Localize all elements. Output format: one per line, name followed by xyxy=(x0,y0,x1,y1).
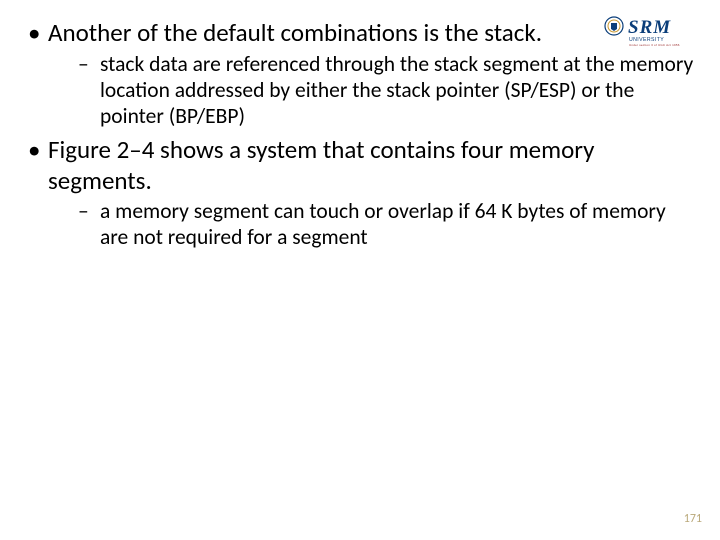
sub-bullet-text: stack data are referenced through the st… xyxy=(100,51,693,129)
list-item: Another of the default combinations is t… xyxy=(20,18,695,129)
bullet-list: Another of the default combinations is t… xyxy=(20,18,695,251)
list-item: stack data are referenced through the st… xyxy=(48,51,695,130)
slide: SRM UNIVERSITY Under section 3 of UGC Ac… xyxy=(0,0,720,540)
slide-content: Another of the default combinations is t… xyxy=(20,18,695,257)
list-item: a memory segment can touch or overlap if… xyxy=(48,198,695,250)
bullet-text: Figure 2–4 shows a system that contains … xyxy=(48,134,594,196)
page-number: 171 xyxy=(684,512,702,526)
sub-bullet-text: a memory segment can touch or overlap if… xyxy=(100,198,666,250)
sub-bullet-list: stack data are referenced through the st… xyxy=(48,51,695,130)
list-item: Figure 2–4 shows a system that contains … xyxy=(20,135,695,250)
sub-bullet-list: a memory segment can touch or overlap if… xyxy=(48,198,695,250)
bullet-text: Another of the default combinations is t… xyxy=(48,17,542,48)
